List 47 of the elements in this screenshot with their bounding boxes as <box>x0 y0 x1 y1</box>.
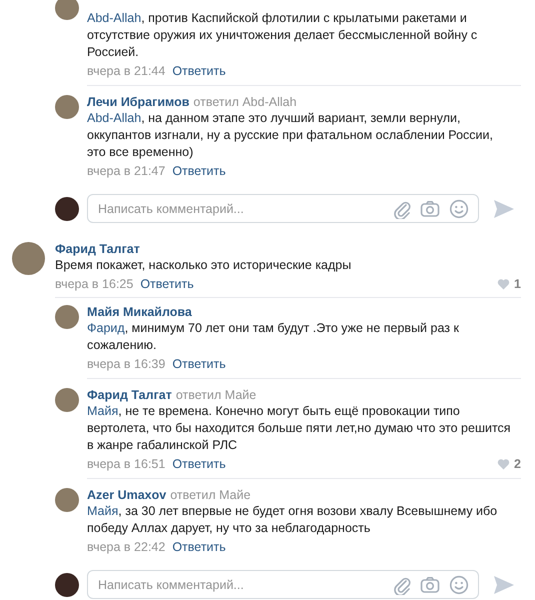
comment-text: Фарид, минимум 70 лет они там будут .Это уже не первый раз к сожалению. <box>87 320 460 354</box>
avatar[interactable] <box>55 0 79 20</box>
author-name[interactable]: Майя Микайлова <box>87 305 192 319</box>
avatar[interactable] <box>55 305 79 329</box>
comment-input[interactable]: Написать комментарий... <box>98 578 384 592</box>
author-name[interactable]: Фарид Талгат <box>87 388 172 402</box>
reply-link[interactable]: Ответить <box>172 62 226 80</box>
mention-link[interactable]: Abd-Allah <box>87 111 142 125</box>
comment-text: Майя, за 30 лет впервые не будет огня возови хвалу Всевышнему ибо победу Аллах дарует, ну что за неблагодарность <box>87 503 498 537</box>
reply-link[interactable]: Ответить <box>172 162 226 180</box>
comment-box[interactable]: Написать комментарий... <box>87 194 479 223</box>
send-icon[interactable] <box>493 198 515 218</box>
avatar <box>55 197 79 221</box>
avatar[interactable] <box>12 242 45 275</box>
smiley-icon[interactable] <box>449 574 469 594</box>
comment-text: Время покажет, насколько это исторические кадры <box>55 257 352 274</box>
comment-text: Abd-Allah, против Каспийской флотилии с крылатыми ракетами и отсутствие оружия их уничтожения делает бессмысленной войну с Россией. <box>87 10 478 61</box>
like-count: 2 <box>514 456 521 473</box>
send-icon[interactable] <box>493 574 515 594</box>
like-count: 1 <box>514 276 521 293</box>
heart-icon[interactable] <box>497 458 510 470</box>
reply-link[interactable]: Ответить <box>140 275 194 293</box>
reply-to-text: ответил Abd-Allah <box>193 95 297 109</box>
mention-link[interactable]: Фарид <box>87 321 125 335</box>
mention-link[interactable]: Майя <box>87 504 118 518</box>
avatar[interactable] <box>55 488 79 512</box>
heart-icon[interactable] <box>497 278 510 290</box>
comment-text: Майя, не те времена. Конечно могут быть ещё провокации типо вертолета, что бы находится больше пяти лет,но думаю что это решится в жанре габалинской РЛС <box>87 403 512 454</box>
mention-link[interactable]: Abd-Allah <box>87 11 142 25</box>
avatar[interactable] <box>55 95 79 119</box>
comment-text: Abd-Allah, на данном этапе это лучший вариант, земли вернули, оккупантов изгнали, ну а русские при фатальном ослаблении России, это все временно) <box>87 110 494 161</box>
mention-link[interactable]: Майя <box>87 404 118 418</box>
smiley-icon[interactable] <box>449 198 469 218</box>
comment-box[interactable]: Написать комментарий... <box>87 570 479 599</box>
author-name[interactable]: Лечи Ибрагимов <box>87 95 190 109</box>
reply-to-text: ответил Майе <box>170 488 251 502</box>
reply-link[interactable]: Ответить <box>172 355 226 373</box>
reply-link[interactable]: Ответить <box>172 455 226 473</box>
camera-icon[interactable] <box>420 576 440 594</box>
comment-input[interactable]: Написать комментарий... <box>98 202 384 216</box>
reply-link[interactable]: Ответить <box>172 538 226 556</box>
author-name[interactable]: Azer Umaxov <box>87 488 166 502</box>
avatar <box>55 573 79 597</box>
avatar[interactable] <box>55 388 79 412</box>
author-name[interactable]: Фарид Талгат <box>55 242 140 256</box>
reply-to-text: ответил Майе <box>176 388 256 402</box>
camera-icon[interactable] <box>420 200 440 218</box>
